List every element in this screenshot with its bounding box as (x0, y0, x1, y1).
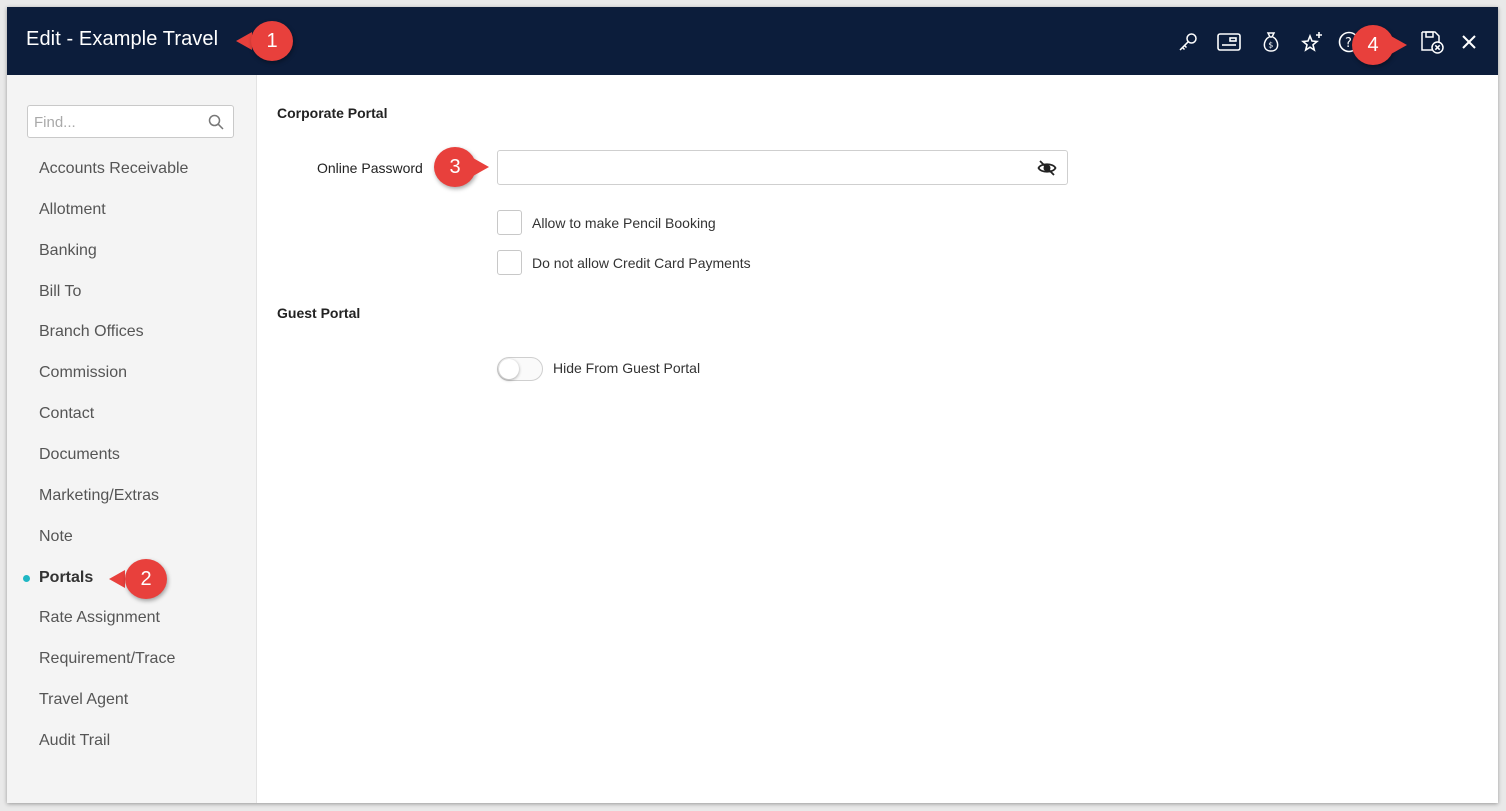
key-icon[interactable] (1175, 29, 1201, 55)
eye-off-icon[interactable] (1037, 159, 1057, 182)
search-icon[interactable] (208, 114, 224, 135)
guest-portal-heading: Guest Portal (277, 305, 361, 321)
sidebar-item-allotment[interactable]: Allotment (39, 201, 106, 219)
callout-1-pointer (236, 32, 252, 50)
sparkle-star-icon[interactable] (1300, 29, 1326, 55)
svg-text:$: $ (1268, 41, 1273, 50)
sidebar-item-requirement-trace[interactable]: Requirement/Trace (39, 650, 175, 668)
toggle-knob (499, 359, 519, 379)
sidebar-item-audit-trail[interactable]: Audit Trail (39, 732, 110, 750)
sidebar-item-branch-offices[interactable]: Branch Offices (39, 323, 144, 341)
money-bag-icon[interactable]: $ (1258, 29, 1284, 55)
sidebar-item-documents[interactable]: Documents (39, 446, 120, 464)
sidebar-item-contact[interactable]: Contact (39, 405, 94, 423)
sidebar-item-accounts-receivable[interactable]: Accounts Receivable (39, 160, 188, 178)
edit-window: Edit - Example Travel $ ? Find... Accoun… (7, 7, 1498, 803)
callout-3: 3 (434, 147, 476, 187)
callout-4-pointer (1391, 36, 1407, 54)
no-credit-card-checkbox[interactable] (497, 250, 522, 275)
card-icon[interactable] (1216, 29, 1242, 55)
close-icon[interactable] (1456, 29, 1482, 55)
find-field (27, 105, 234, 139)
sidebar-item-bill-to[interactable]: Bill To (39, 283, 81, 301)
callout-1: 1 (251, 21, 293, 61)
sidebar: Accounts Receivable Allotment Banking Bi… (7, 75, 257, 803)
hide-from-guest-portal-label: Hide From Guest Portal (553, 360, 701, 376)
hide-from-guest-portal-toggle[interactable] (497, 357, 543, 381)
sidebar-item-rate-assignment[interactable]: Rate Assignment (39, 609, 160, 627)
find-input[interactable] (32, 106, 206, 139)
callout-2: 2 (125, 559, 167, 599)
callout-2-pointer (109, 570, 125, 588)
pencil-booking-checkbox[interactable] (497, 210, 522, 235)
sidebar-item-note[interactable]: Note (39, 528, 73, 546)
sidebar-item-commission[interactable]: Commission (39, 364, 127, 382)
window-title: Edit - Example Travel (26, 28, 219, 50)
sidebar-item-marketing-extras[interactable]: Marketing/Extras (39, 487, 159, 505)
online-password-input[interactable] (506, 153, 1030, 184)
svg-text:?: ? (1345, 36, 1352, 51)
no-credit-card-label: Do not allow Credit Card Payments (532, 255, 751, 271)
save-close-icon[interactable] (1419, 29, 1445, 55)
active-indicator-dot (23, 575, 30, 582)
online-password-label: Online Password (317, 160, 423, 176)
sidebar-item-banking[interactable]: Banking (39, 242, 97, 260)
online-password-field (497, 150, 1068, 185)
sidebar-item-travel-agent[interactable]: Travel Agent (39, 691, 128, 709)
corporate-portal-heading: Corporate Portal (277, 105, 388, 121)
pencil-booking-label: Allow to make Pencil Booking (532, 215, 716, 231)
title-bar: Edit - Example Travel $ ? (7, 7, 1498, 75)
sidebar-item-portals[interactable]: Portals (39, 569, 93, 587)
callout-3-pointer (473, 158, 489, 176)
callout-4: 4 (1352, 25, 1394, 65)
